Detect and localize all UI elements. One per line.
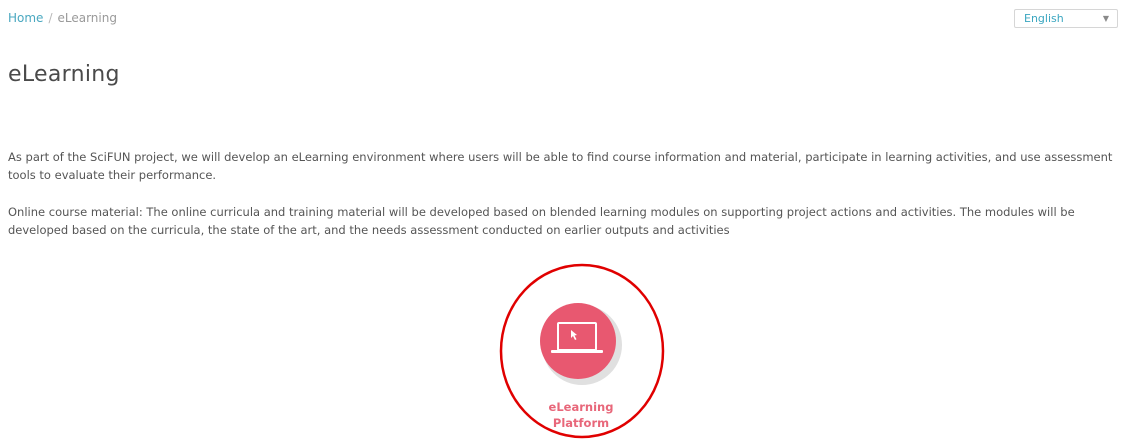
language-select[interactable]: English ▼: [1014, 9, 1118, 28]
intro-paragraph: As part of the SciFUN project, we will d…: [8, 150, 1113, 182]
breadcrumb: Home / eLearning: [8, 10, 117, 26]
elearning-platform-label: eLearning Platform: [521, 399, 641, 431]
language-selected-value: English: [1024, 12, 1064, 25]
chevron-down-icon: ▼: [1102, 14, 1109, 23]
breadcrumb-separator: /: [48, 11, 53, 25]
breadcrumb-home-link[interactable]: Home: [8, 11, 43, 25]
elearning-platform-label-line2: Platform: [552, 416, 610, 430]
breadcrumb-current: eLearning: [57, 11, 117, 25]
elearning-platform-link[interactable]: eLearning Platform: [521, 287, 641, 439]
course-material-paragraph: Online course material: The online curri…: [8, 205, 1075, 237]
elearning-platform-label-line1: eLearning: [548, 400, 614, 414]
page-title: eLearning: [8, 62, 120, 87]
laptop-icon: [540, 303, 622, 385]
